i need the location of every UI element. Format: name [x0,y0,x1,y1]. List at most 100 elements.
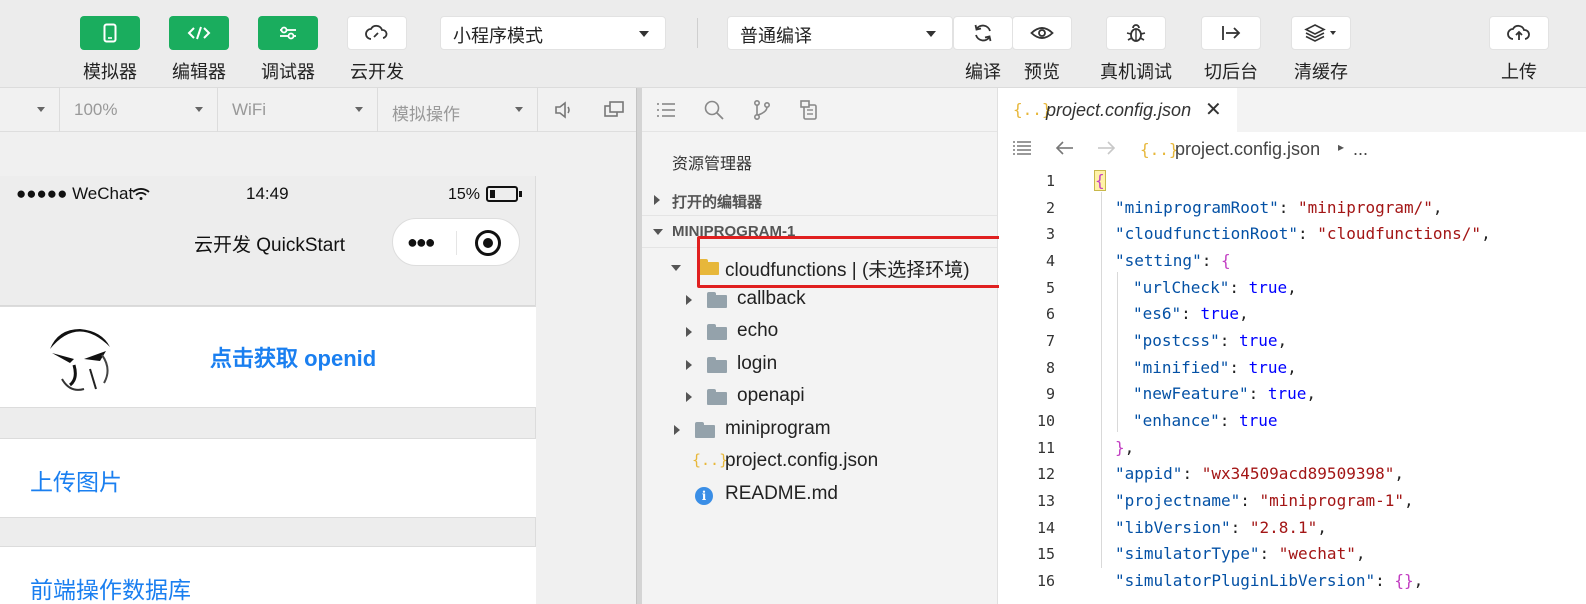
close-icon[interactable]: ✕ [1205,97,1222,122]
arrow-left-icon[interactable] [1054,138,1076,163]
simulator-button[interactable]: 模拟器 [80,16,140,84]
breadcrumb-more[interactable]: ... [1353,139,1368,160]
upload-image-label: 上传图片 [30,469,122,495]
real-device-debug-button[interactable]: 真机调试 [1100,16,1172,84]
db-ops-label: 前端操作数据库 [30,577,191,603]
tree-item-echo[interactable]: echo [642,316,998,348]
tree-item-miniprogram[interactable]: miniprogram [642,414,998,446]
mode-select-value: 小程序模式 [453,26,543,46]
code-line: "enhance": true [1133,411,1278,430]
upload-button[interactable]: 上传 [1489,16,1549,84]
breadcrumb-file[interactable]: project.config.json [1175,139,1320,160]
chevron-down-icon [926,31,936,37]
open-editors-label: 打开的编辑器 [672,194,763,211]
chevron-right-icon: ▸ [1338,140,1345,154]
clear-cache-button[interactable]: 清缓存 [1291,16,1351,84]
code-line: "postcss": true, [1133,331,1288,350]
open-editors-section[interactable]: 打开的编辑器 [642,184,997,216]
code-line: "simulatorPluginLibVersion": {}, [1115,571,1424,590]
sim-ops-value: 模拟操作 [392,105,460,124]
line-number: 9 [1045,385,1055,403]
line-number: 5 [1045,279,1055,297]
code-line: "es6": true, [1133,304,1249,323]
code-line: "appid": "wx34509acd89509398", [1115,464,1404,483]
line-number: 12 [1036,465,1055,483]
editor-button[interactable]: 编辑器 [169,16,229,84]
tree-item-login[interactable]: login [642,349,998,381]
tree-item-readme[interactable]: i README.md [642,479,998,511]
zoom-select[interactable]: 100% [60,88,218,132]
code-line: "simulatorType": "wechat", [1115,544,1366,563]
device-select[interactable] [0,88,60,132]
refresh-icon [953,16,1013,50]
debugger-button[interactable]: 调试器 [258,16,318,84]
get-openid-button[interactable]: 点击获取 openid [210,341,376,373]
chevron-down-icon [37,107,45,112]
list-icon[interactable] [654,98,678,122]
mode-select[interactable]: 小程序模式 [440,16,666,50]
git-branch-icon[interactable] [750,98,774,122]
code-line: "setting": { [1115,251,1231,270]
tree-item-label: openapi [737,385,805,406]
close-target-icon[interactable] [475,230,501,256]
line-number: 1 [1045,172,1055,190]
line-number: 16 [1036,572,1055,590]
simulator-label: 模拟器 [83,62,137,82]
network-select[interactable]: WiFi [218,88,378,132]
tab-label: project.config.json [1046,100,1192,120]
code-line: "urlCheck": true, [1133,278,1297,297]
sliders-icon [258,16,318,50]
capsule-divider [456,231,457,255]
debug-icon[interactable] [798,98,822,122]
chevron-down-icon [639,31,649,37]
explorer-toolbar [642,88,997,132]
upload-image-item[interactable]: 上传图片 [0,438,536,518]
battery-percent: 15% [448,186,481,203]
line-number: 11 [1036,439,1055,457]
chevron-right-icon [686,392,692,402]
editor-tabs: {..} project.config.json ✕ [999,88,1586,132]
status-time: 14:49 [246,184,289,203]
compile-button[interactable]: 编译 [953,16,1013,84]
editor-label: 编辑器 [172,62,226,82]
line-number: 15 [1036,545,1055,563]
tree-item-callback[interactable]: callback [642,284,998,316]
chevron-right-icon [654,195,660,205]
line-number: 8 [1045,359,1055,377]
code-line: "cloudfunctionRoot": "cloudfunctions/", [1115,224,1491,243]
tree-item-openapi[interactable]: openapi [642,381,998,413]
cloud-button[interactable]: 云开发 [347,16,407,84]
line-number: 6 [1045,305,1055,323]
arrow-right-bar-icon [1201,16,1261,50]
search-icon[interactable] [702,98,726,122]
sim-ops-select[interactable]: 模拟操作 [378,88,538,132]
outline-list-icon[interactable] [1011,138,1033,163]
tree-item-project-config[interactable]: {..} project.config.json [642,446,998,478]
page-title: 云开发 QuickStart [194,235,345,256]
line-number: 2 [1045,199,1055,217]
code-line: }, [1115,438,1135,457]
db-ops-item[interactable]: 前端操作数据库 [0,546,536,604]
line-number: 3 [1045,225,1055,243]
tree-item-label: login [737,353,778,374]
info-icon: i [695,487,713,505]
code-line: "miniprogramRoot": "miniprogram/", [1115,198,1443,217]
explorer-title: 资源管理器 [672,156,753,173]
tree-item-label: callback [737,288,806,309]
more-icon[interactable]: ●●● [407,232,436,253]
switch-background-button[interactable]: 切后台 [1201,16,1261,84]
folder-icon [707,292,727,308]
highlight-annotation-box [697,236,1028,288]
phone-screen: ●●●●● WeChat 14:49 15% 云开发 QuickStart ●●… [0,176,536,604]
layers-icon [1291,16,1351,50]
upload-label: 上传 [1501,62,1537,82]
popout-window-icon[interactable] [602,98,626,122]
arrow-right-icon[interactable] [1095,138,1117,163]
tab-project-config[interactable]: {..} project.config.json ✕ [999,88,1237,132]
chevron-down-icon [653,229,663,235]
preview-button[interactable]: 预览 [1012,16,1072,84]
compile-mode-select[interactable]: 普通编译 [727,16,953,50]
miniprogram-capsule: ●●● [392,218,520,266]
avatar [40,319,116,395]
volume-icon[interactable] [552,98,576,122]
